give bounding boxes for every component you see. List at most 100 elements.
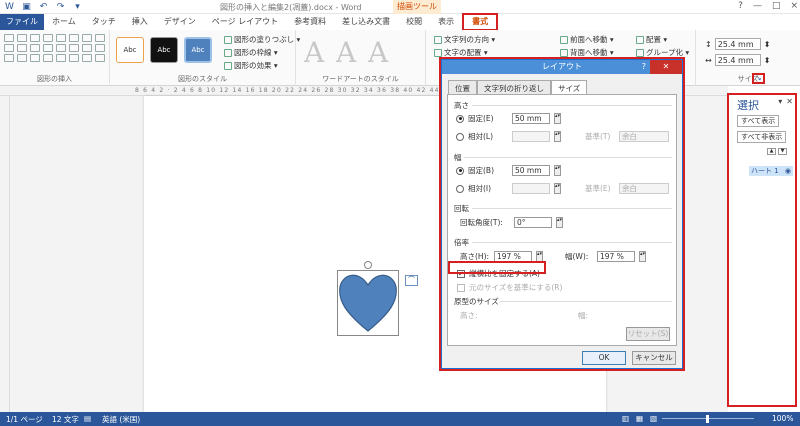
wordart-sample-3[interactable]: A xyxy=(368,36,388,69)
pane-menu-icon[interactable]: ▾ xyxy=(778,97,782,106)
tab-home[interactable]: ホーム xyxy=(44,14,84,30)
size-dialog-launcher[interactable]: ↘ xyxy=(752,73,765,84)
height-base-select[interactable]: 余白 xyxy=(619,131,669,142)
spin-icon[interactable]: ▴▾ xyxy=(556,217,563,228)
maximize-icon[interactable]: □ xyxy=(772,1,781,11)
height-fixed-radio[interactable] xyxy=(456,114,464,123)
read-mode-icon[interactable]: ▥ xyxy=(622,414,629,423)
width-base-select[interactable]: 余白 xyxy=(619,183,669,194)
style-sample-3[interactable]: Abc xyxy=(184,37,212,63)
height-fixed-label: 固定(E) xyxy=(468,114,494,123)
zoom-level[interactable]: 100% xyxy=(772,414,793,423)
effects-icon xyxy=(224,61,232,70)
width-relative-input[interactable] xyxy=(512,183,550,194)
zoom-slider-thumb[interactable] xyxy=(706,415,709,423)
selected-heart-shape[interactable] xyxy=(337,270,399,336)
wordart-sample-1[interactable]: A xyxy=(304,36,324,69)
height-relative-radio[interactable] xyxy=(456,132,464,141)
group-wordart-styles: A A A ワードアートのスタイル xyxy=(296,30,426,86)
shape-fill-button[interactable]: 図形の塗りつぶし ▾ xyxy=(224,34,300,45)
group-shape-styles: Abc Abc Abc 図形の塗りつぶし ▾ 図形の枠線 ▾ 図形の効果 ▾ 図… xyxy=(110,30,300,86)
layout-options-icon[interactable]: ⌒ xyxy=(405,275,418,286)
rotation-handle[interactable] xyxy=(364,261,372,269)
relative-original-checkbox[interactable] xyxy=(457,283,465,292)
rotation-input[interactable]: 0° xyxy=(514,217,552,228)
word-icon[interactable]: W xyxy=(4,1,15,12)
customize-qat-icon[interactable]: ▾ xyxy=(72,1,83,12)
style-sample-1[interactable]: Abc xyxy=(116,37,144,63)
spin-icon[interactable]: ▴▾ xyxy=(554,183,561,194)
pane-close-icon[interactable]: ✕ xyxy=(786,97,793,106)
text-direction-button[interactable]: 文字列の方向 ▾ xyxy=(434,34,495,45)
shapes-gallery[interactable] xyxy=(4,34,105,62)
spin-icon[interactable]: ⬍ xyxy=(764,40,771,49)
group-insert-shapes: 図形の挿入 xyxy=(0,30,110,86)
height-fixed-input[interactable]: 50 mm xyxy=(512,113,550,124)
tab-format[interactable]: 書式 xyxy=(462,13,499,31)
width-fixed-radio[interactable] xyxy=(456,166,464,175)
reset-button[interactable]: リセット(S) xyxy=(626,327,670,341)
align-button[interactable]: 配置 ▾ xyxy=(636,34,667,45)
close-icon[interactable]: × xyxy=(790,1,798,11)
show-all-button[interactable]: すべて表示 xyxy=(737,115,780,127)
scale-width-input[interactable]: 197 % xyxy=(597,251,635,262)
tab-references[interactable]: 参考資料 xyxy=(286,14,334,30)
rotation-section-label: 回転 xyxy=(454,204,469,213)
help-icon[interactable]: ? xyxy=(642,60,646,74)
word-count[interactable]: 12 文字 xyxy=(52,414,79,425)
save-icon[interactable]: ▣ xyxy=(21,1,32,12)
layout-dialog: レイアウト ? ✕ 位置 文字列の折り返し サイズ 高さ 固定(E) 50 mm… xyxy=(441,59,683,369)
width-relative-radio[interactable] xyxy=(456,184,464,193)
bring-forward-button[interactable]: 前面へ移動 ▾ xyxy=(560,34,614,45)
rotation-row: 回転角度(T): 0° ▴▾ xyxy=(460,217,563,228)
tab-review[interactable]: 校閲 xyxy=(398,14,430,30)
proofing-icon[interactable]: ▤ xyxy=(84,414,91,423)
undo-icon[interactable]: ↶ xyxy=(38,1,49,12)
style-sample-2[interactable]: Abc xyxy=(150,37,178,63)
ok-button[interactable]: OK xyxy=(582,351,626,365)
dialog-title: レイアウト xyxy=(542,62,582,71)
width-fixed-label: 固定(B) xyxy=(468,166,494,175)
hide-all-button[interactable]: すべて非表示 xyxy=(737,131,787,143)
print-layout-icon[interactable]: ▦ xyxy=(636,414,643,423)
language-status[interactable]: 英語 (米国) xyxy=(102,414,140,425)
outline-icon xyxy=(224,48,232,57)
tab-mailings[interactable]: 差し込み文書 xyxy=(334,14,398,30)
spin-icon[interactable]: ▴▾ xyxy=(554,165,561,176)
redo-icon[interactable]: ↷ xyxy=(55,1,66,12)
minimize-icon[interactable]: — xyxy=(753,1,762,11)
wordart-sample-2[interactable]: A xyxy=(336,36,356,69)
tab-file[interactable]: ファイル xyxy=(0,14,44,30)
spin-icon[interactable]: ▴▾ xyxy=(639,251,646,262)
spin-icon[interactable]: ▴▾ xyxy=(554,113,561,124)
shape-effects-button[interactable]: 図形の効果 ▾ xyxy=(224,60,278,71)
height-icon: ↕ xyxy=(705,39,712,49)
height-input[interactable]: 25.4 mm xyxy=(714,38,761,50)
spin-icon[interactable]: ▴▾ xyxy=(554,131,561,142)
width-relative-label: 相対(I) xyxy=(468,184,492,193)
shape-outline-button[interactable]: 図形の枠線 ▾ xyxy=(224,47,278,58)
move-down-icon[interactable]: ▼ xyxy=(778,148,787,155)
lock-aspect-highlight xyxy=(448,261,546,274)
page-count[interactable]: 1/1 ページ xyxy=(6,414,43,425)
tab-design[interactable]: デザイン xyxy=(156,14,204,30)
tab-insert[interactable]: 挿入 xyxy=(124,14,156,30)
height-relative-input[interactable] xyxy=(512,131,550,142)
close-icon[interactable]: ✕ xyxy=(650,60,682,74)
height-relative-row: 相対(L) ▴▾ 基準(T) 余白 xyxy=(456,131,669,142)
web-layout-icon[interactable]: ▧ xyxy=(650,414,657,423)
move-up-icon[interactable]: ▲ xyxy=(767,148,776,155)
width-row: ↔ 25.4 mm ⬍ xyxy=(705,54,770,66)
width-fixed-input[interactable]: 50 mm xyxy=(512,165,550,176)
pane-controls: ▾ ✕ xyxy=(778,97,793,106)
spin-icon[interactable]: ⬍ xyxy=(764,56,771,65)
eye-icon[interactable]: ◉ xyxy=(785,166,791,176)
tab-touch[interactable]: タッチ xyxy=(84,14,124,30)
vertical-ruler xyxy=(0,96,10,412)
list-item[interactable]: ハート 1 ◉ xyxy=(749,166,793,176)
tab-page-layout[interactable]: ページ レイアウト xyxy=(204,14,286,30)
help-icon[interactable]: ? xyxy=(738,1,743,11)
cancel-button[interactable]: キャンセル xyxy=(632,351,676,365)
width-input[interactable]: 25.4 mm xyxy=(714,54,761,66)
tab-view[interactable]: 表示 xyxy=(430,14,462,30)
